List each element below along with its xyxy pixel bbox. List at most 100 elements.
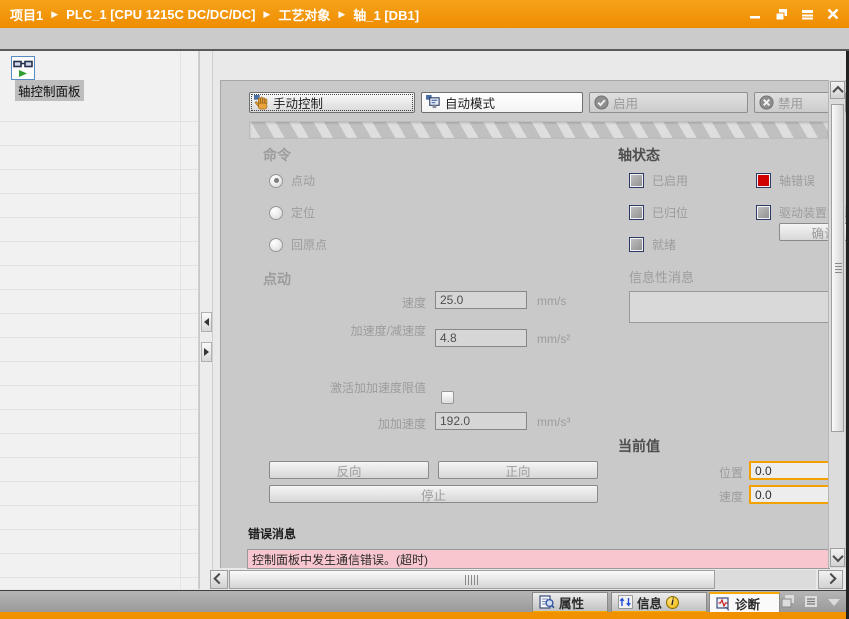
scroll-up-button[interactable] bbox=[830, 81, 845, 99]
ready-indicator bbox=[629, 237, 644, 252]
horizontal-scroll-thumb[interactable] bbox=[229, 570, 715, 589]
positioning-radio[interactable] bbox=[269, 206, 283, 220]
chevron-down-icon bbox=[832, 550, 843, 561]
enable-check-icon bbox=[594, 95, 609, 110]
automatic-mode-button[interactable]: 自动模式 bbox=[421, 92, 583, 113]
scroll-down-button[interactable] bbox=[830, 548, 845, 567]
velocity-label: 速度 bbox=[649, 488, 743, 505]
horizontal-scrollbar[interactable] bbox=[228, 570, 816, 589]
forward-button[interactable]: 正向 bbox=[438, 461, 598, 479]
tab-properties-label: 属性 bbox=[559, 593, 584, 612]
collapse-pane-button[interactable] bbox=[827, 596, 841, 610]
current-values-section-title: 当前值 bbox=[618, 436, 660, 456]
error-message-title: 错误消息 bbox=[248, 525, 296, 542]
jerk-limit-checkbox[interactable] bbox=[441, 391, 454, 404]
automatic-mode-label: 自动模式 bbox=[445, 93, 495, 112]
glasses-icon bbox=[13, 59, 33, 78]
speed-input[interactable] bbox=[435, 291, 527, 309]
restore-button[interactable] bbox=[773, 7, 789, 21]
homed-indicator-label: 已归位 bbox=[652, 204, 688, 221]
maximize-icon bbox=[801, 8, 814, 20]
homed-indicator bbox=[629, 205, 644, 220]
homing-radio-label: 回原点 bbox=[291, 236, 327, 253]
minimize-icon bbox=[749, 8, 761, 20]
float-window-icon bbox=[781, 594, 795, 608]
tab-info-label: 信息 bbox=[637, 593, 662, 612]
accel-input[interactable] bbox=[435, 329, 527, 347]
monitor-online-button[interactable] bbox=[11, 56, 35, 80]
vertical-scrollbar[interactable] bbox=[828, 80, 845, 568]
sidebar-item-axis-control-panel[interactable]: 轴控制面板 bbox=[15, 80, 84, 101]
collapse-left-button[interactable] bbox=[201, 312, 212, 332]
restore-icon bbox=[775, 8, 788, 21]
triangle-right-icon bbox=[204, 348, 213, 356]
vertical-scroll-thumb[interactable] bbox=[831, 104, 844, 432]
homing-radio[interactable] bbox=[269, 238, 283, 252]
disable-x-icon bbox=[759, 95, 774, 110]
radio-row-jog: 点动 bbox=[269, 172, 315, 189]
pane-splitter[interactable] bbox=[199, 51, 213, 589]
tab-diagnostics[interactable]: 诊断 bbox=[709, 592, 780, 613]
manual-hand-icon bbox=[254, 95, 269, 110]
ready-indicator-label: 就绪 bbox=[652, 236, 676, 253]
tab-properties[interactable]: 属性 bbox=[532, 592, 608, 613]
triangle-down-icon bbox=[827, 598, 841, 607]
maximize-button[interactable] bbox=[799, 7, 815, 21]
scroll-left-button[interactable] bbox=[210, 570, 228, 589]
axis-control-panel: 手动控制 自动模式 启用 禁用 命令 点动 定位 bbox=[220, 80, 846, 568]
status-row-axis-error: 轴错误 bbox=[756, 172, 815, 189]
jerk-limit-label: 激活加加速度限值 bbox=[304, 379, 426, 396]
collapse-right-button[interactable] bbox=[201, 342, 212, 362]
window-bottom-accent bbox=[0, 612, 849, 619]
error-message-text: 控制面板中发生通信错误。(超时) bbox=[252, 551, 428, 568]
accel-unit: mm/s² bbox=[537, 332, 570, 346]
chevron-up-icon bbox=[832, 86, 843, 97]
jog-section-title: 点动 bbox=[263, 269, 291, 289]
triangle-left-icon bbox=[200, 318, 209, 326]
position-label: 位置 bbox=[649, 464, 743, 481]
enable-button[interactable]: 启用 bbox=[589, 92, 748, 113]
reverse-button[interactable]: 反向 bbox=[269, 461, 429, 479]
tab-info[interactable]: 信息 i bbox=[611, 592, 707, 613]
scroll-right-button[interactable] bbox=[818, 570, 843, 589]
axis-error-indicator bbox=[756, 173, 771, 188]
list-view-icon bbox=[804, 595, 818, 608]
reverse-label: 反向 bbox=[336, 461, 361, 480]
diagnostics-icon bbox=[716, 597, 731, 611]
progress-hatch-bar bbox=[249, 121, 829, 139]
speed-label: 速度 bbox=[304, 294, 426, 311]
stop-button[interactable]: 停止 bbox=[269, 485, 598, 503]
jerk-input[interactable] bbox=[435, 412, 527, 430]
breadcrumb-separator-icon: ▶ bbox=[263, 9, 270, 20]
breadcrumb-separator-icon: ▶ bbox=[338, 9, 345, 20]
info-message-box bbox=[629, 291, 837, 323]
toolbar-band bbox=[0, 28, 849, 51]
minimize-button[interactable] bbox=[747, 7, 763, 21]
error-message-box: 控制面板中发生通信错误。(超时) bbox=[247, 549, 830, 569]
status-row-ready: 就绪 bbox=[629, 236, 676, 253]
enable-label: 启用 bbox=[613, 93, 638, 112]
manual-control-label: 手动控制 bbox=[273, 93, 323, 112]
close-button[interactable] bbox=[825, 7, 841, 21]
thumb-grip-icon bbox=[465, 575, 479, 585]
axis-status-section-title: 轴状态 bbox=[618, 145, 660, 165]
accel-label: 加速度/减速度 bbox=[304, 322, 426, 339]
bottom-bar: 属性 信息 i 诊断 bbox=[0, 590, 849, 612]
manual-control-button[interactable]: 手动控制 bbox=[249, 92, 415, 113]
close-icon bbox=[827, 8, 839, 20]
automatic-mode-icon bbox=[426, 95, 441, 110]
breadcrumb-project[interactable]: 项目1 bbox=[10, 5, 43, 24]
float-window-button[interactable] bbox=[781, 594, 795, 611]
breadcrumb-plc[interactable]: PLC_1 [CPU 1215C DC/DC/DC] bbox=[66, 7, 255, 22]
title-bar: 项目1 ▶ PLC_1 [CPU 1215C DC/DC/DC] ▶ 工艺对象 … bbox=[0, 0, 849, 28]
forward-label: 正向 bbox=[505, 461, 530, 480]
radio-row-positioning: 定位 bbox=[269, 204, 315, 221]
breadcrumb-tech-objects[interactable]: 工艺对象 bbox=[278, 5, 330, 24]
status-row-homed: 已归位 bbox=[629, 204, 688, 221]
breadcrumb-axis[interactable]: 轴_1 [DB1] bbox=[353, 5, 419, 24]
breadcrumb-separator-icon: ▶ bbox=[51, 9, 58, 20]
positioning-radio-label: 定位 bbox=[291, 204, 315, 221]
jog-radio[interactable] bbox=[269, 174, 283, 188]
list-view-button[interactable] bbox=[804, 595, 818, 611]
command-section-title: 命令 bbox=[263, 145, 291, 165]
